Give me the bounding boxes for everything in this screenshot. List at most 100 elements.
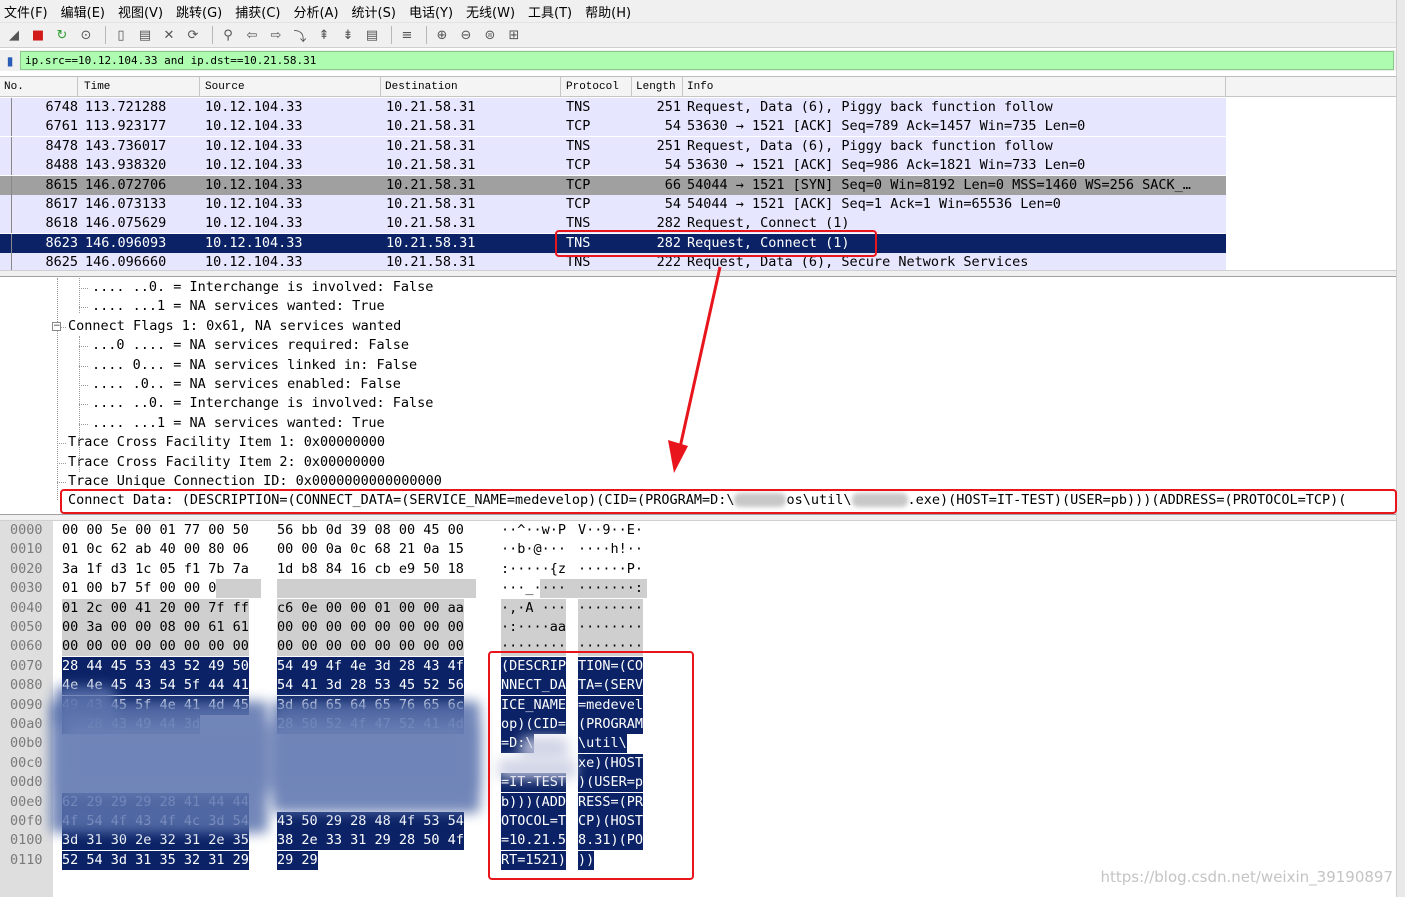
hex-offset: 0090 [10,696,43,713]
hex-bytes-b: c6 0e 00 00 01 00 00 aa [277,598,464,618]
packet-no: 8478 [45,137,78,154]
bookmark-filter-icon[interactable]: ▮ [3,53,17,69]
save-file-icon[interactable]: ▤ [135,25,155,45]
zoom-in-icon[interactable]: ⊕ [432,25,452,45]
menu-item-9[interactable]: 工具(T) [528,2,572,21]
packet-time: 146.096093 [85,234,167,251]
column-header-length[interactable]: Length [632,77,683,97]
menu-item-8[interactable]: 无线(W) [466,2,515,21]
detail-line[interactable]: .... ...1 = NA services wanted: True [92,414,385,433]
hex-row[interactable]: 0020 3a 1f d3 1c 05 f1 7b 7a 1d b8 84 16 c… [0,560,700,579]
zoom-normal-icon[interactable]: ⊜ [480,25,500,45]
menu-item-4[interactable]: 捕获(C) [235,2,280,21]
hex-bytes-a: 3d 31 30 2e 32 31 2e 35 [62,831,249,851]
menu-item-6[interactable]: 统计(S) [352,2,396,21]
tree-connector [79,346,88,348]
toolbar-separator [105,26,106,44]
conversation-line [11,175,12,195]
hex-row[interactable]: 0010 01 0c 62 ab 40 00 80 06 00 00 0a 0c 6… [0,540,700,559]
open-file-icon[interactable]: ▯ [111,25,131,45]
packet-len: 54 [664,157,681,174]
packet-row[interactable]: 8615 146.072706 10.12.104.33 10.21.58.31 TCP… [0,175,1226,195]
tree-connector [79,423,88,425]
hex-row[interactable]: 0040 01 2c 00 41 20 00 7f ff c6 0e 00 00 0… [0,598,700,618]
hex-offset: 00a0 [10,716,43,732]
colorize-icon[interactable]: ≡ [397,25,417,45]
shark-fin-start-icon[interactable]: ◢ [4,25,24,45]
column-header-destination[interactable]: Destination [381,77,561,97]
menu-item-1[interactable]: 编辑(E) [61,2,105,21]
detail-line[interactable]: .... 0... = NA services linked in: False [92,356,417,375]
detail-line[interactable]: .... ...1 = NA services wanted: True [92,297,385,316]
packet-time: 113.721288 [85,99,167,115]
hex-offset: 00b0 [10,735,43,752]
hex-bytes-b: 1d b8 84 16 cb e9 50 18 [277,560,464,577]
ascii-a: ·:····aa [501,618,567,637]
hex-bytes-b: 00 00 00 00 00 00 00 00 [277,637,464,657]
detail-line[interactable]: ...0 .... = NA services required: False [92,336,409,355]
restart-capture-icon[interactable]: ↻ [52,25,72,45]
tree-connector [57,462,66,464]
packet-dst: 10.21.58.31 [386,234,476,251]
packet-row[interactable]: 8488 143.938320 10.12.104.33 10.21.58.31 TCP… [0,156,1226,176]
window-scrollbar[interactable] [1396,0,1405,897]
pane-splitter[interactable] [0,514,1396,521]
main-toolbar: ◢ ■ ↻ ⊙ ▯ ▤ ✕ ⟳ ⚲ ⇦ ⇨ ⤵ ⇞ ⇟ ▤ ≡ ⊕ ⊖ ⊜ ⊞ [0,22,1396,48]
packet-no: 6748 [45,99,78,115]
packet-row[interactable]: 6748 113.721288 10.12.104.33 10.21.58.31 TNS… [0,98,1226,117]
menu-item-7[interactable]: 电话(Y) [409,2,453,21]
packet-time: 146.073133 [85,196,167,212]
packet-row[interactable]: 8617 146.073133 10.12.104.33 10.21.58.31 TCP… [0,195,1226,214]
packet-src: 10.12.104.33 [205,234,303,251]
close-file-icon[interactable]: ✕ [159,25,179,45]
go-back-icon[interactable]: ⇦ [242,25,262,45]
column-header-time[interactable]: Time [80,77,200,97]
detail-line[interactable]: .... ..0. = Interchange is involved: Fal… [92,394,433,413]
hex-bytes-b: 29 29 [277,850,318,870]
column-header-no[interactable]: No. [0,77,78,97]
stop-capture-icon[interactable]: ■ [28,25,48,45]
find-packet-icon[interactable]: ⚲ [218,25,238,45]
column-header-source[interactable]: Source [201,77,381,97]
collapse-icon[interactable]: − [52,322,61,331]
display-filter-input[interactable]: ip.src==10.12.104.33 and ip.dst==10.21.5… [20,51,1394,70]
packet-no: 6761 [45,118,78,135]
menu-item-2[interactable]: 视图(V) [118,2,163,21]
packet-no: 8488 [45,157,78,174]
packet-row[interactable]: 6761 113.923177 10.12.104.33 10.21.58.31 TCP… [0,117,1226,137]
menu-item-5[interactable]: 分析(A) [293,2,338,21]
packet-info: 53630 → 1521 [ACK] Seq=986 Ack=1821 Win=… [687,157,1086,174]
hex-offset: 0000 [10,522,43,538]
detail-line[interactable]: .... ..0. = Interchange is involved: Fal… [92,278,433,297]
go-to-packet-icon[interactable]: ⤵ [290,25,310,45]
packet-proto: TCP [566,118,591,135]
hex-row[interactable]: 0000 00 00 5e 00 01 77 00 50 56 bb 0d 39 0… [0,521,700,540]
packet-list-header: No. Time Source Destination Protocol Length In… [0,77,1396,97]
go-forward-icon[interactable]: ⇨ [266,25,286,45]
go-last-icon[interactable]: ⇟ [338,25,358,45]
toolbar-separator [391,26,392,44]
zoom-out-icon[interactable]: ⊖ [456,25,476,45]
hex-row[interactable]: 003001 00 b7 5f 00 00 00 e400 00 01 00 0… [0,579,700,599]
hex-row[interactable]: 0050 00 3a 00 00 08 00 61 61 00 00 00 00 0… [0,618,700,637]
detail-line[interactable]: Connect Flags 1: 0x61, NA services wante… [68,317,401,336]
column-header-info[interactable]: Info [683,77,1226,97]
packet-proto: TCP [566,196,591,212]
go-first-icon[interactable]: ⇞ [314,25,334,45]
detail-line[interactable]: .... .0.. = NA services enabled: False [92,375,401,394]
resize-columns-icon[interactable]: ⊞ [504,25,524,45]
packet-info: Request, Data (6), Piggy back function f… [687,137,1053,154]
menu-item-0[interactable]: 文件(F) [4,2,48,21]
packet-dst: 10.21.58.31 [386,137,476,154]
reload-file-icon[interactable]: ⟳ [183,25,203,45]
packet-time: 146.075629 [85,215,167,232]
detail-line[interactable]: Trace Cross Facility Item 2: 0x00000000 [68,453,385,472]
menu-item-3[interactable]: 跳转(G) [176,2,222,21]
packet-row[interactable]: 8478 143.736017 10.12.104.33 10.21.58.31 TNS… [0,136,1226,156]
detail-line[interactable]: Trace Cross Facility Item 1: 0x00000000 [68,433,385,452]
menu-item-10[interactable]: 帮助(H) [585,2,631,21]
packet-dst: 10.21.58.31 [386,99,476,115]
column-header-protocol[interactable]: Protocol [562,77,632,97]
capture-options-icon[interactable]: ⊙ [76,25,96,45]
autoscroll-icon[interactable]: ▤ [362,25,382,45]
